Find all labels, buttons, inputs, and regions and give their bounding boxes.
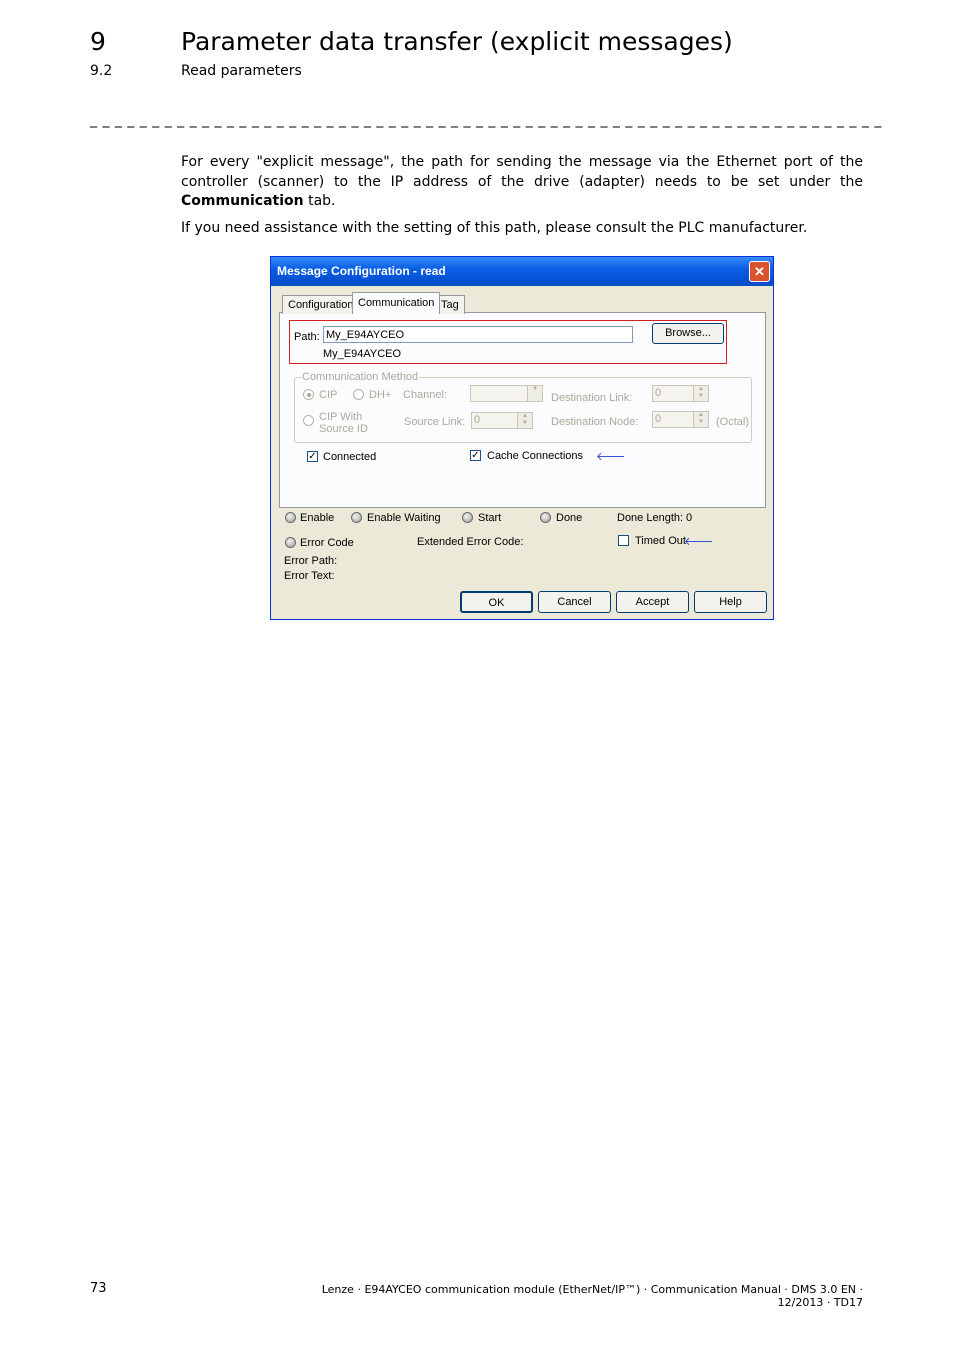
check-icon: ✓ xyxy=(471,450,480,461)
spinner-icon: ▲ ▼ xyxy=(693,386,708,401)
cache-connections-label: Cache Connections xyxy=(487,450,584,462)
tab-communication[interactable]: Communication xyxy=(352,292,441,314)
extended-error-code-label: Extended Error Code: xyxy=(417,536,524,548)
connected-checkbox[interactable]: ✓ xyxy=(307,451,318,462)
close-icon: ✕ xyxy=(754,264,765,279)
error-code-label: Error Code xyxy=(300,537,354,549)
paragraph-intro-end: tab. xyxy=(303,193,336,209)
section-title: Read parameters xyxy=(181,63,302,79)
radio-cip-with-source-id-label: CIP With Source ID xyxy=(319,411,368,435)
channel-label: Channel: xyxy=(403,389,448,401)
timed-out-label: Timed Out xyxy=(635,535,686,547)
message-configuration-dialog: Message Configuration - read ✕ Configura… xyxy=(270,256,774,620)
done-indicator xyxy=(540,512,551,523)
done-length-value: 0 xyxy=(686,512,693,524)
radio-cip[interactable] xyxy=(303,389,314,400)
error-text-label: Error Text: xyxy=(284,570,335,582)
start-label: Start xyxy=(478,512,502,524)
done-label: Done xyxy=(556,512,583,524)
octal-label: (Octal) xyxy=(716,416,749,428)
connected-label: Connected xyxy=(323,451,377,463)
error-path-label: Error Path: xyxy=(284,555,338,567)
page-number: 73 xyxy=(90,1281,107,1296)
radio-dh-label: DH+ xyxy=(369,389,392,401)
cip-with-line1: CIP With xyxy=(319,411,363,423)
destination-node-input[interactable]: 0 ▲ ▼ xyxy=(652,411,709,428)
path-label: Path: xyxy=(294,331,320,343)
radio-cip-with-source-id[interactable] xyxy=(303,415,314,426)
destination-link-value: 0 xyxy=(655,387,662,399)
source-link-value: 0 xyxy=(474,414,481,426)
destination-node-label: Destination Node: xyxy=(551,416,639,428)
radio-dot-icon xyxy=(307,393,311,397)
close-button[interactable]: ✕ xyxy=(749,261,770,282)
check-icon: ✓ xyxy=(308,451,317,462)
ok-button[interactable]: OK xyxy=(460,591,533,613)
enable-indicator xyxy=(285,512,296,523)
channel-select[interactable]: ▼ xyxy=(470,385,543,402)
paragraph-assistance: If you need assistance with the setting … xyxy=(181,220,808,236)
section-number: 9.2 xyxy=(90,63,113,79)
arrow-left-icon: 🡐 xyxy=(684,536,714,548)
communication-method-legend: Communication Method xyxy=(301,371,420,383)
chapter-title: Parameter data transfer (explicit messag… xyxy=(181,27,733,56)
radio-dh[interactable] xyxy=(353,389,364,400)
spinner-icon: ▲ ▼ xyxy=(517,413,532,428)
chapter-number: 9 xyxy=(90,27,106,56)
path-input[interactable]: My_E94AYCEO xyxy=(323,326,633,343)
header-separator: _ _ _ _ _ _ _ _ _ _ _ _ _ _ _ _ _ _ _ _ … xyxy=(90,112,882,128)
radio-cip-label: CIP xyxy=(319,389,338,401)
timed-out-checkbox[interactable] xyxy=(618,535,629,546)
footer-text: Lenze · E94AYCEO communication module (E… xyxy=(321,1283,863,1309)
source-link-label: Source Link: xyxy=(404,416,466,428)
path-resolved-text: My_E94AYCEO xyxy=(323,348,402,360)
done-length-label: Done Length: xyxy=(617,512,684,524)
paragraph-intro-bold: Communication xyxy=(181,193,304,209)
chevron-down-icon: ▼ xyxy=(527,386,542,401)
browse-button[interactable]: Browse... xyxy=(652,323,724,344)
enable-waiting-indicator xyxy=(351,512,362,523)
arrow-left-icon: 🡐 xyxy=(596,451,626,463)
start-indicator xyxy=(462,512,473,523)
error-code-indicator xyxy=(285,537,296,548)
destination-node-value: 0 xyxy=(655,413,662,425)
paragraph-intro-text: For every "explicit message", the path f… xyxy=(181,154,863,190)
enable-label: Enable xyxy=(300,512,335,524)
cancel-button[interactable]: Cancel xyxy=(538,591,611,613)
accept-button[interactable]: Accept xyxy=(616,591,689,613)
enable-waiting-label: Enable Waiting xyxy=(367,512,441,524)
spinner-icon: ▲ ▼ xyxy=(693,412,708,427)
dialog-titlebar[interactable]: Message Configuration - read ✕ xyxy=(271,257,773,286)
dialog-title: Message Configuration - read xyxy=(277,264,446,278)
destination-link-label: Destination Link: xyxy=(551,392,633,404)
tab-configuration[interactable]: Configuration xyxy=(282,295,360,314)
source-link-input[interactable]: 0 ▲ ▼ xyxy=(471,412,533,429)
cache-connections-checkbox[interactable]: ✓ xyxy=(470,450,481,461)
help-button[interactable]: Help xyxy=(694,591,767,613)
destination-link-input[interactable]: 0 ▲ ▼ xyxy=(652,385,709,402)
cip-with-line2: Source ID xyxy=(319,423,368,435)
paragraph-intro: For every "explicit message", the path f… xyxy=(181,153,863,212)
